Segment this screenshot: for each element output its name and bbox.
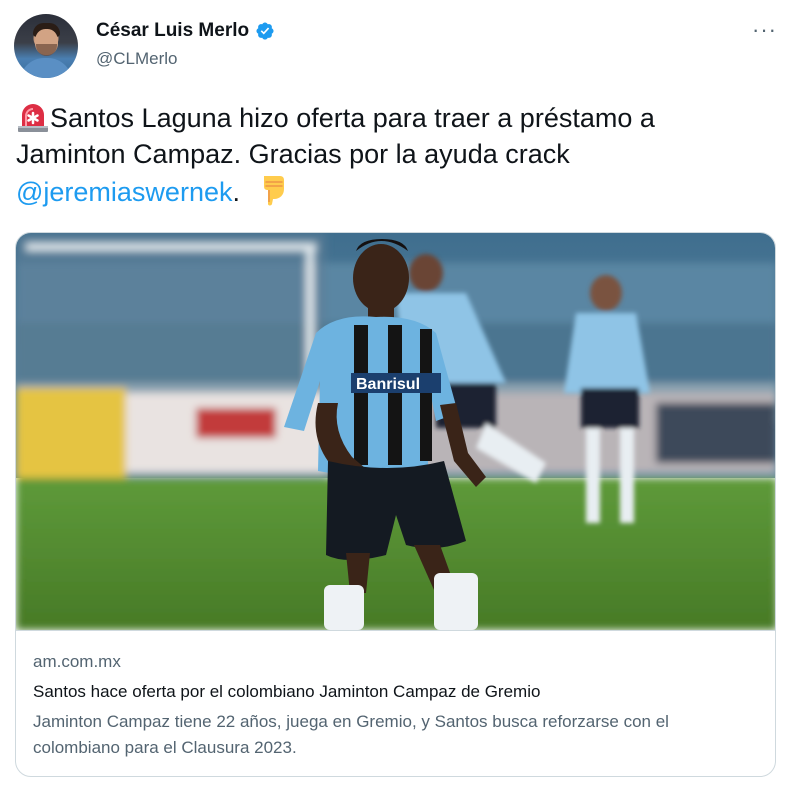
- tweet-text-line-2: Jaminton Campaz. Gracias por la ayuda cr…: [16, 139, 570, 169]
- avatar-beard: [36, 44, 57, 56]
- more-options-icon[interactable]: ···: [752, 19, 777, 41]
- link-preview-image[interactable]: Banrisul: [16, 233, 775, 630]
- link-preview-card[interactable]: Banrisul am.com.mx Santos hace oferta po…: [15, 232, 776, 777]
- author-avatar[interactable]: [14, 14, 78, 78]
- link-title: Santos hace oferta por el colombiano Jam…: [33, 682, 541, 701]
- tweet: César Luis Merlo @CLMerlo ··· Santos Lag…: [0, 0, 800, 800]
- author-display-name[interactable]: César Luis Merlo: [96, 20, 249, 42]
- avatar-shirt: [20, 58, 72, 78]
- author-name[interactable]: César Luis Merlo: [96, 20, 275, 42]
- mention-link[interactable]: @jeremiaswernek: [16, 177, 232, 207]
- pointing-down-emoji-icon: [263, 176, 284, 206]
- jersey-sponsor-text: Banrisul: [356, 376, 420, 393]
- link-domain: am.com.mx: [33, 652, 121, 671]
- tweet-text: Santos Laguna hizo oferta para traer a p…: [16, 100, 786, 210]
- soccer-player-photo: Banrisul: [16, 233, 775, 630]
- link-description: Jaminton Campaz tiene 22 años, juega en …: [33, 712, 669, 757]
- author-handle[interactable]: @CLMerlo: [96, 49, 178, 69]
- tweet-text-line-1: Santos Laguna hizo oferta para traer a p…: [50, 103, 655, 133]
- link-preview-meta[interactable]: am.com.mx Santos hace oferta por el colo…: [16, 630, 775, 776]
- verified-badge-icon: [256, 22, 274, 40]
- tweet-text-period: .: [232, 177, 240, 207]
- rotating-light-emoji-icon: [18, 104, 48, 132]
